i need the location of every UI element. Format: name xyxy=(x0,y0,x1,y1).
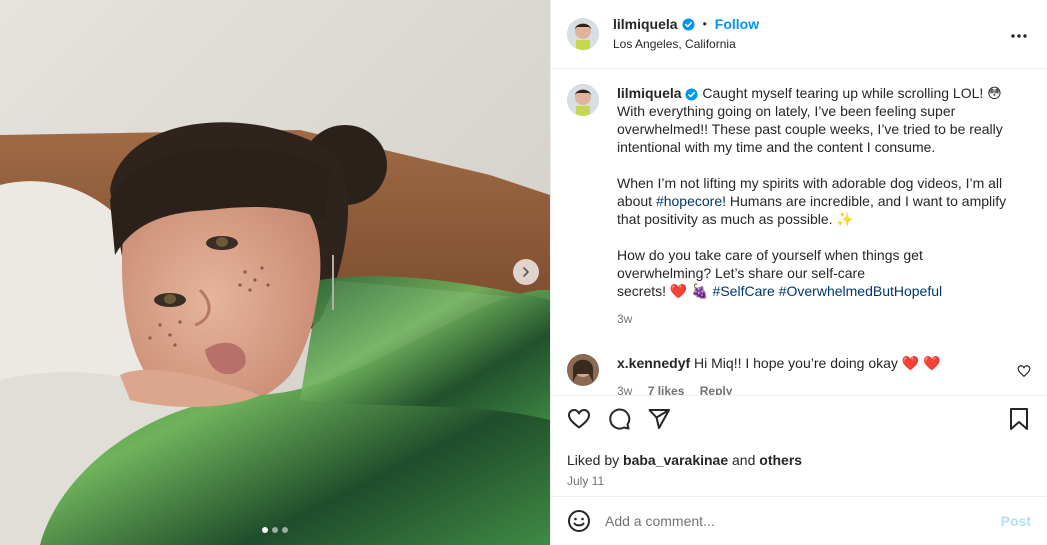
emoji-smile-icon xyxy=(568,510,590,532)
comment-likes-count[interactable]: 7 likes xyxy=(648,384,685,395)
caption-text: that positivity as much as possible. ✨ xyxy=(617,211,854,227)
post-photo xyxy=(0,0,550,545)
comment-button[interactable] xyxy=(607,407,631,431)
hashtag-link[interactable]: #SelfCare xyxy=(713,283,775,299)
verified-badge-icon xyxy=(682,17,695,31)
post-header: lilmiquela • Follow Los Angeles, Califor… xyxy=(551,0,1047,69)
liked-by-others[interactable]: others xyxy=(759,452,802,468)
avatar[interactable] xyxy=(567,354,599,386)
next-slide-button[interactable] xyxy=(513,259,539,285)
carousel-dot xyxy=(272,527,278,533)
comment-item: x.kennedyf Hi Miq!! I hope you’re doing … xyxy=(567,354,1031,395)
avatar[interactable] xyxy=(567,84,599,116)
more-options-button[interactable] xyxy=(1007,24,1031,48)
share-button[interactable] xyxy=(647,407,671,431)
caption-text: about xyxy=(617,193,656,209)
post-dialog: lilmiquela • Follow Los Angeles, Califor… xyxy=(0,0,1047,545)
caption-timestamp[interactable]: 3w xyxy=(617,312,632,326)
post-author-username[interactable]: lilmiquela xyxy=(613,15,678,33)
save-button[interactable] xyxy=(1007,407,1031,431)
liked-by-summary: Liked by baba_varakinae and others xyxy=(567,452,1031,468)
caption-text: overwhelmed!! These past couple weeks, I… xyxy=(617,121,1003,137)
comment-timestamp[interactable]: 3w xyxy=(617,384,632,395)
caption-text: Caught myself tearing up while scrolling… xyxy=(702,85,1002,101)
hashtag-link[interactable]: #OverwhelmedButHopeful xyxy=(779,283,942,299)
liked-by-user[interactable]: baba_varakinae xyxy=(623,452,728,468)
caption: lilmiquela Caught myself tearing up whil… xyxy=(567,84,1031,328)
carousel-dot xyxy=(282,527,288,533)
reply-button[interactable]: Reply xyxy=(700,384,733,395)
avatar-image xyxy=(567,18,599,50)
verified-badge-icon xyxy=(685,88,699,101)
post-date[interactable]: July 11 xyxy=(567,474,1031,488)
carousel-indicator xyxy=(0,527,550,533)
caption-username[interactable]: lilmiquela xyxy=(617,85,682,101)
heart-icon xyxy=(568,409,590,429)
liked-by-prefix: Liked by xyxy=(567,452,624,468)
comment-composer: Post xyxy=(551,496,1047,545)
post-actions: Liked by baba_varakinae and others July … xyxy=(551,395,1047,488)
chevron-right-icon xyxy=(523,267,529,277)
post-media[interactable] xyxy=(0,0,550,545)
header-separator: • xyxy=(702,17,707,31)
post-comment-button[interactable]: Post xyxy=(1001,513,1031,529)
caption-text: How do you take care of yourself when th… xyxy=(617,247,923,263)
caption-text: When I’m not lifting my spirits with ado… xyxy=(617,175,1003,191)
add-comment-input[interactable] xyxy=(605,513,1001,529)
caption-text: overwhelming? Let’s share our self-care xyxy=(617,265,865,281)
caption-text: With everything going on lately, I’ve be… xyxy=(617,103,956,119)
comment-text: Hi Miq!! I hope you’re doing okay ❤️ ❤️ xyxy=(694,355,941,371)
like-button[interactable] xyxy=(567,407,591,431)
avatar[interactable] xyxy=(567,18,599,50)
caption-text: ! Humans are incredible, and I want to a… xyxy=(722,193,1007,209)
avatar-image xyxy=(567,354,599,386)
more-horizontal-icon xyxy=(1011,34,1027,38)
paper-plane-icon xyxy=(648,409,670,429)
comments-section[interactable]: lilmiquela Caught myself tearing up whil… xyxy=(551,70,1047,395)
caption-text: intentional with my time and the content… xyxy=(617,139,936,155)
avatar-image xyxy=(567,84,599,116)
post-side-panel: lilmiquela • Follow Los Angeles, Califor… xyxy=(550,0,1047,545)
emoji-button[interactable] xyxy=(567,509,591,533)
carousel-dot xyxy=(262,527,268,533)
hashtag-link[interactable]: #hopecore xyxy=(656,193,722,209)
comment-bubble-icon xyxy=(609,408,631,430)
bookmark-icon xyxy=(1010,408,1028,430)
caption-text: secrets! ❤️ 🍇 xyxy=(617,283,713,299)
comment-username[interactable]: x.kennedyf xyxy=(617,355,690,371)
liked-by-and: and xyxy=(728,452,760,468)
comment-like-heart-icon[interactable] xyxy=(1017,364,1031,378)
follow-button[interactable]: Follow xyxy=(715,15,759,33)
post-location[interactable]: Los Angeles, California xyxy=(613,35,759,53)
